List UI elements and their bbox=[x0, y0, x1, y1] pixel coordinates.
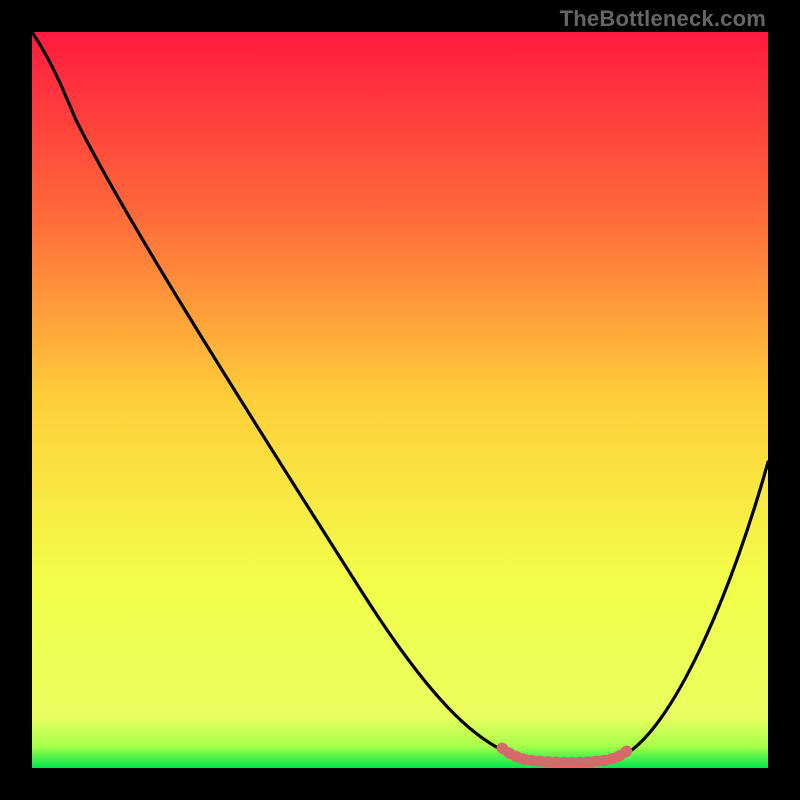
watermark-text: TheBottleneck.com bbox=[560, 6, 766, 32]
bottleneck-chart bbox=[32, 32, 768, 768]
chart-frame bbox=[32, 32, 768, 768]
gradient-background bbox=[32, 32, 768, 768]
